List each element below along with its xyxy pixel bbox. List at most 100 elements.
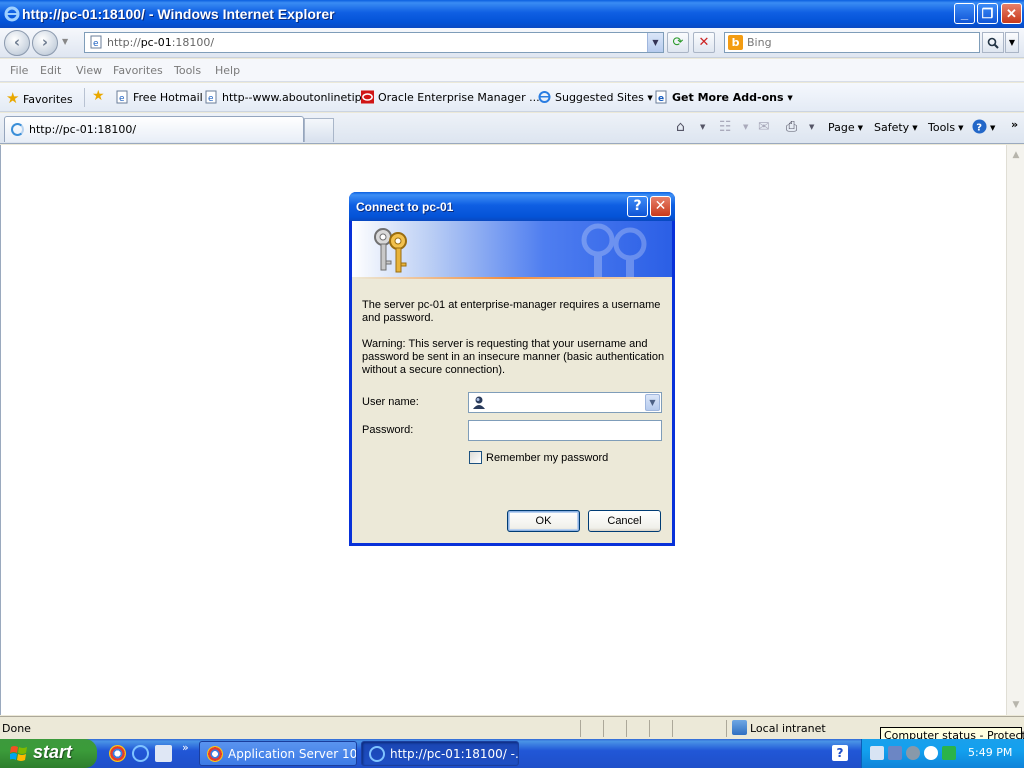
help-icon: ?	[972, 119, 987, 134]
tab-active[interactable]: http://pc-01:18100/	[4, 116, 304, 142]
feeds-icon[interactable]: ☷	[719, 119, 732, 135]
search-placeholder: Bing	[747, 36, 772, 49]
menu-tools[interactable]: Tools	[174, 64, 201, 77]
fav-item-free-hotmail[interactable]: e Free Hotmail	[116, 90, 203, 104]
remember-password-checkbox[interactable]	[469, 451, 482, 464]
fav-label: Get More Add-ons	[672, 91, 784, 104]
status-bar: Done Local intranet	[0, 716, 1024, 739]
scroll-down-icon[interactable]: ▼	[1008, 697, 1024, 713]
fav-item-aboutonlinetips[interactable]: e http--www.aboutonlinetips	[205, 90, 367, 104]
chrome-icon[interactable]	[109, 745, 126, 762]
dialog-help-button[interactable]: ?	[627, 196, 648, 217]
safety-menu[interactable]: Safety ▼	[874, 121, 918, 134]
back-button[interactable]: ‹	[4, 30, 30, 56]
taskbar-item-app-server[interactable]: Application Server 10...	[199, 741, 357, 766]
menu-view[interactable]: View	[76, 64, 102, 77]
home-icon[interactable]: ⌂	[676, 119, 685, 135]
banner-divider	[352, 277, 672, 279]
status-text: Done	[2, 722, 31, 735]
sound-icon[interactable]	[906, 746, 920, 760]
stop-button[interactable]: ✕	[693, 32, 715, 53]
tab-label: http://pc-01:18100/	[29, 123, 137, 136]
tools-menu[interactable]: Tools ▼	[928, 121, 964, 134]
windows-flag-icon	[10, 746, 27, 761]
recent-pages-dropdown-icon[interactable]: ▼	[62, 37, 68, 46]
new-tab-button[interactable]	[304, 118, 334, 142]
ie-page-icon: e	[655, 90, 667, 104]
start-button[interactable]: start	[0, 739, 97, 768]
username-combobox[interactable]: ▼	[468, 392, 662, 413]
status-separator	[649, 720, 650, 737]
system-tray: 5:49 PM	[861, 739, 1024, 768]
language-help-icon[interactable]: ?	[832, 745, 848, 761]
taskbar-item-ie[interactable]: http://pc-01:18100/ -...	[361, 741, 519, 766]
fav-item-suggested-sites[interactable]: Suggested Sites ▼	[538, 90, 653, 104]
fav-label: Free Hotmail	[133, 91, 203, 104]
svg-text:e: e	[658, 94, 664, 104]
chrome-icon	[207, 746, 223, 762]
fav-item-oracle-em[interactable]: Oracle Enterprise Manager ...	[361, 90, 540, 104]
menu-favorites[interactable]: Favorites	[113, 64, 163, 77]
favorites-separator	[84, 88, 85, 107]
feeds-dropdown-icon[interactable]: ▼	[743, 123, 748, 131]
quicklaunch-more-button[interactable]: »	[182, 741, 189, 754]
vertical-scrollbar[interactable]: ▲ ▼	[1006, 145, 1024, 715]
show-desktop-icon[interactable]	[155, 745, 172, 762]
ie-page-icon: e	[205, 90, 217, 104]
username-label: User name:	[362, 396, 419, 408]
print-dropdown-icon[interactable]: ▼	[809, 123, 814, 131]
cancel-button[interactable]: Cancel	[588, 510, 661, 532]
minimize-button[interactable]: _	[954, 3, 975, 24]
tab-bar: http://pc-01:18100/ ⌂ ▼ ☷ ▼ ✉ ⎙ ▼ Page ▼ …	[0, 113, 1024, 144]
refresh-button[interactable]: ⟳	[667, 32, 689, 53]
status-separator	[672, 720, 673, 737]
favorites-button[interactable]: ★ Favorites	[6, 89, 73, 107]
more-commands-button[interactable]: »	[1011, 118, 1018, 131]
network-icon[interactable]	[870, 746, 884, 760]
svg-text:e: e	[208, 94, 214, 104]
dialog-title-bar[interactable]: Connect to pc-01 ? ✕	[349, 192, 675, 221]
print-icon[interactable]: ⎙	[786, 119, 797, 135]
menu-file[interactable]: File	[10, 64, 28, 77]
dialog-close-button[interactable]: ✕	[650, 196, 671, 217]
username-dropdown-icon[interactable]: ▼	[645, 394, 660, 411]
fav-item-get-more-addons[interactable]: e Get More Add-ons ▼	[655, 90, 793, 104]
address-dropdown-icon[interactable]: ▼	[647, 33, 663, 52]
restore-button[interactable]: ❐	[977, 3, 998, 24]
dialog-message: The server pc-01 at enterprise-manager r…	[362, 299, 661, 324]
security-status-icon[interactable]	[942, 746, 956, 760]
taskbar-item-label: http://pc-01:18100/ -...	[390, 747, 519, 761]
menu-help[interactable]: Help	[215, 64, 240, 77]
help-menu[interactable]: ? ▼	[972, 119, 995, 134]
window-title-bar[interactable]: http://pc-01:18100/ - Windows Internet E…	[0, 0, 1024, 28]
scroll-up-icon[interactable]: ▲	[1008, 147, 1024, 163]
page-icon: e	[90, 35, 102, 49]
search-button[interactable]	[982, 32, 1004, 53]
menu-edit[interactable]: Edit	[40, 64, 61, 77]
ie-page-icon	[538, 91, 551, 103]
read-mail-icon[interactable]: ✉	[758, 119, 770, 135]
search-options-dropdown-icon[interactable]: ▼	[1005, 32, 1019, 53]
status-separator	[726, 720, 727, 737]
dropdown-arrow-icon: ▼	[787, 94, 793, 102]
svg-text:e: e	[119, 94, 125, 104]
start-label: start	[33, 742, 73, 762]
login-dialog: Connect to pc-01 ? ✕ The server pc-01 at…	[349, 192, 675, 546]
clock[interactable]: 5:49 PM	[968, 746, 1012, 759]
password-field[interactable]	[468, 420, 662, 441]
ok-button[interactable]: OK	[507, 510, 580, 532]
add-favorite-icon[interactable]: ★	[92, 88, 105, 104]
page-menu[interactable]: Page ▼	[828, 121, 863, 134]
forward-button[interactable]: ›	[32, 30, 58, 56]
remember-password-label[interactable]: Remember my password	[486, 452, 608, 464]
ie-quicklaunch-icon[interactable]	[132, 745, 149, 762]
close-window-button[interactable]: ✕	[1001, 3, 1022, 24]
monitor-icon[interactable]	[888, 746, 902, 760]
address-bar[interactable]: e http://pc-01:18100/ ▼	[84, 32, 664, 53]
favorites-star-icon: ★	[6, 89, 20, 107]
download-icon[interactable]	[924, 746, 938, 760]
search-input[interactable]: b Bing	[724, 32, 980, 53]
home-dropdown-icon[interactable]: ▼	[700, 123, 705, 131]
security-zone[interactable]: Local intranet	[750, 722, 826, 735]
keys-watermark-icon	[581, 223, 647, 278]
